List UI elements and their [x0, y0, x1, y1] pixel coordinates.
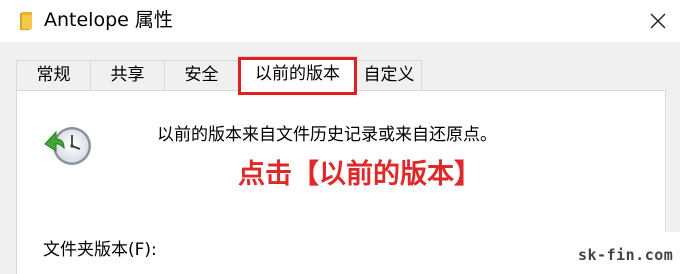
title-bar: Antelope 属性 [0, 0, 680, 42]
tab-sharing[interactable]: 共享 [90, 60, 165, 90]
folder-versions-label: 文件夹版本(F): [43, 240, 157, 260]
tab-strip: 常规 共享 安全 以前的版本 自定义 [0, 42, 680, 92]
tab-general[interactable]: 常规 [16, 60, 91, 90]
tab-previous-versions[interactable]: 以前的版本 [238, 56, 357, 92]
close-icon[interactable] [644, 7, 672, 35]
instruction-annotation: 点击【以前的版本】 [238, 159, 481, 190]
tab-security[interactable]: 安全 [164, 60, 239, 90]
folder-icon [20, 12, 32, 30]
watermark-text: sk-fin.com [578, 246, 674, 264]
window-title: Antelope 属性 [44, 9, 173, 31]
history-restore-icon [44, 127, 91, 165]
tab-customize[interactable]: 自定义 [356, 60, 422, 90]
properties-dialog: Antelope 属性 常规 共享 安全 以前的版本 自定义 以前的版本来自文件… [0, 0, 680, 274]
previous-versions-description: 以前的版本来自文件历史记录或来自还原点。 [157, 125, 497, 145]
